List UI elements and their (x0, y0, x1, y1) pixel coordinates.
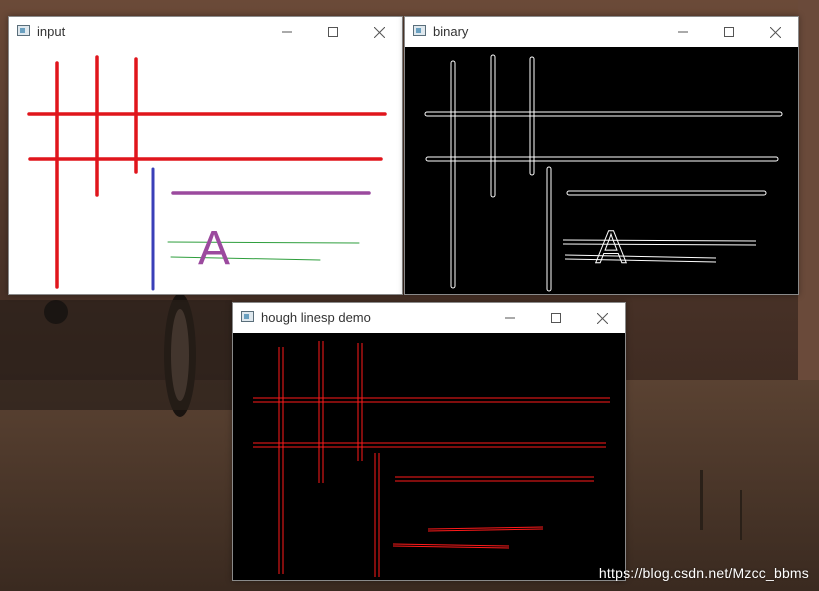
maximize-icon (328, 27, 338, 37)
window-title: hough linesp demo (261, 310, 371, 325)
minimize-icon (678, 31, 688, 33)
hough-background (233, 333, 625, 580)
app-icon (17, 25, 30, 36)
window-title: binary (433, 24, 469, 39)
close-button[interactable] (752, 17, 798, 47)
input-window-titlebar[interactable]: input (9, 17, 402, 47)
minimize-icon (282, 31, 292, 33)
maximize-icon (551, 313, 561, 323)
maximize-button[interactable] (706, 17, 752, 47)
minimize-button[interactable] (660, 17, 706, 47)
close-icon (769, 26, 781, 38)
input-image: A (9, 47, 402, 294)
binary-window-titlebar[interactable]: binary (405, 17, 798, 47)
binary-letter-a: A (596, 221, 627, 273)
maximize-button[interactable] (310, 17, 356, 47)
minimize-icon (505, 317, 515, 319)
hough-window: hough linesp demo (232, 302, 626, 581)
binary-image: A (405, 47, 798, 294)
input-window: input A (8, 16, 403, 295)
watermark-text: https://blog.csdn.net/Mzcc_bbms (598, 565, 809, 581)
app-icon (241, 311, 254, 322)
binary-window: binary A (404, 16, 799, 295)
input-letter-a: A (198, 222, 230, 275)
minimize-button[interactable] (264, 17, 310, 47)
window-title: input (37, 24, 66, 39)
hough-lines-image (233, 333, 625, 580)
minimize-button[interactable] (487, 303, 533, 333)
maximize-icon (724, 27, 734, 37)
app-icon (413, 25, 426, 36)
close-button[interactable] (356, 17, 402, 47)
close-icon (373, 26, 385, 38)
maximize-button[interactable] (533, 303, 579, 333)
close-button[interactable] (579, 303, 625, 333)
hough-window-titlebar[interactable]: hough linesp demo (233, 303, 625, 333)
close-icon (596, 312, 608, 324)
